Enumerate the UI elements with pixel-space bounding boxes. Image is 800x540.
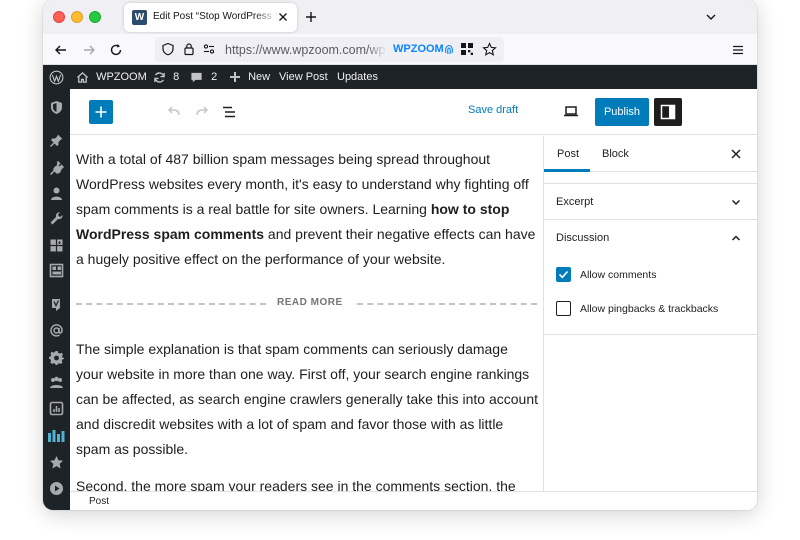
lock-icon[interactable] bbox=[182, 42, 196, 56]
chevron-up-icon bbox=[731, 235, 741, 241]
pin-icon[interactable] bbox=[49, 133, 64, 148]
undo-icon[interactable] bbox=[166, 104, 182, 120]
bookmark-star-icon[interactable] bbox=[482, 42, 497, 57]
checkmark-icon bbox=[558, 270, 569, 279]
tab-post[interactable]: Post bbox=[557, 148, 579, 160]
reload-icon[interactable] bbox=[108, 42, 124, 58]
close-tab-icon[interactable] bbox=[276, 10, 290, 24]
discussion-panel-title: Discussion bbox=[556, 232, 610, 244]
minimize-window-button[interactable] bbox=[71, 11, 83, 23]
navigation-toolbar: https://www.wpzoom.com/wp-admin WPZOOM bbox=[43, 34, 757, 65]
allow-pingbacks-checkbox[interactable] bbox=[556, 301, 571, 316]
tools-icon[interactable] bbox=[49, 211, 64, 226]
new-tab-icon[interactable] bbox=[303, 9, 319, 25]
update-icon bbox=[154, 71, 165, 83]
panel-divider bbox=[544, 334, 757, 335]
view-post-item[interactable]: View Post bbox=[279, 65, 328, 89]
play-icon[interactable] bbox=[49, 481, 64, 496]
url-text: https://www.wpzoom.com/wp-admin bbox=[225, 43, 385, 57]
discussion-panel-toggle[interactable]: Discussion bbox=[544, 220, 757, 257]
allow-pingbacks-label[interactable]: Allow pingbacks & trackbacks bbox=[580, 303, 718, 315]
yoast-icon[interactable] bbox=[49, 297, 64, 312]
updates-count: 8 bbox=[173, 71, 180, 83]
read-more-label[interactable]: READ MORE bbox=[277, 297, 343, 308]
comments-count: 2 bbox=[211, 71, 218, 83]
hamburger-menu-icon[interactable] bbox=[731, 43, 745, 57]
comment-bubble-icon bbox=[191, 72, 202, 82]
wp-admin-menu bbox=[43, 89, 70, 510]
plus-icon bbox=[95, 106, 107, 118]
url-badge[interactable]: WPZOOM bbox=[393, 43, 444, 55]
tab-strip: W Edit Post “Stop WordPress Spam bbox=[43, 0, 757, 34]
browser-tab[interactable]: W Edit Post “Stop WordPress Spam bbox=[124, 3, 297, 32]
save-draft-button[interactable]: Save draft bbox=[468, 104, 518, 116]
new-label: New bbox=[248, 71, 271, 83]
block-inserter-button[interactable] bbox=[89, 100, 113, 124]
people-icon[interactable] bbox=[49, 375, 64, 390]
url-fade bbox=[367, 37, 387, 62]
read-more-divider bbox=[357, 303, 537, 305]
publish-button[interactable]: Publish bbox=[595, 98, 649, 126]
plugin-icon[interactable] bbox=[49, 161, 64, 176]
chart-icon[interactable] bbox=[49, 401, 64, 416]
updates-link-item[interactable]: Updates bbox=[337, 65, 378, 89]
blocks-icon[interactable] bbox=[49, 238, 64, 253]
settings-toggle-button[interactable] bbox=[654, 98, 682, 126]
read-more-divider bbox=[76, 303, 266, 305]
star-icon[interactable] bbox=[49, 455, 64, 470]
layout-icon[interactable] bbox=[49, 263, 64, 278]
new-content-item[interactable]: New bbox=[229, 65, 270, 89]
users-icon[interactable] bbox=[49, 186, 64, 201]
home-icon bbox=[76, 71, 89, 83]
allow-comments-checkbox[interactable] bbox=[556, 267, 571, 282]
allow-comments-label[interactable]: Allow comments bbox=[580, 269, 656, 281]
settings-sidebar: Post Block Excerpt Discussion Allow comm… bbox=[543, 136, 757, 491]
plus-icon bbox=[230, 72, 240, 83]
paragraph-block[interactable]: With a total of 487 billion spam message… bbox=[76, 147, 538, 272]
breadcrumb[interactable]: Post bbox=[89, 496, 109, 507]
document-overview-icon[interactable] bbox=[221, 104, 237, 120]
site-name-item[interactable]: WPZOOM bbox=[76, 65, 147, 89]
settings-icon[interactable] bbox=[49, 350, 64, 365]
shield-icon[interactable] bbox=[161, 42, 175, 56]
qr-code-icon[interactable] bbox=[460, 42, 474, 56]
active-tab-indicator bbox=[544, 169, 590, 172]
shield-icon[interactable] bbox=[49, 100, 64, 115]
tab-block[interactable]: Block bbox=[602, 148, 629, 160]
back-arrow-icon[interactable] bbox=[53, 42, 69, 58]
wp-admin-bar: WPZOOM 8 2 New View Post Updates bbox=[43, 65, 757, 89]
redo-icon[interactable] bbox=[194, 104, 210, 120]
excerpt-panel-toggle[interactable]: Excerpt bbox=[544, 183, 757, 220]
wordpress-logo-icon bbox=[49, 70, 64, 85]
editor-canvas: With a total of 487 billion spam message… bbox=[70, 136, 543, 491]
maximize-window-button[interactable] bbox=[89, 11, 101, 23]
chevron-down-icon bbox=[731, 199, 741, 206]
close-icon[interactable] bbox=[730, 148, 742, 160]
updates-item[interactable]: 8 bbox=[153, 65, 179, 89]
site-name-label: WPZOOM bbox=[96, 71, 147, 83]
editor-toolbar: Save draft Publish bbox=[70, 89, 757, 135]
url-bar[interactable]: https://www.wpzoom.com/wp-admin WPZOOM bbox=[155, 37, 504, 62]
comments-item[interactable]: 2 bbox=[190, 65, 217, 89]
bars-icon[interactable] bbox=[47, 428, 66, 443]
fingerprint-icon[interactable] bbox=[444, 43, 454, 56]
paragraph-block[interactable]: The simple explanation is that spam comm… bbox=[76, 337, 538, 462]
excerpt-panel-title: Excerpt bbox=[556, 196, 594, 208]
sidebar-icon bbox=[660, 104, 676, 120]
sidebar-tabs: Post Block bbox=[544, 136, 757, 172]
close-window-button[interactable] bbox=[53, 11, 65, 23]
editor-footer: Post bbox=[70, 491, 757, 510]
wp-logo-item[interactable] bbox=[49, 65, 64, 89]
at-icon[interactable] bbox=[49, 323, 64, 338]
paragraph-block[interactable]: Second, the more spam your readers see i… bbox=[76, 474, 538, 491]
tab-title-fade bbox=[254, 5, 278, 29]
permissions-icon[interactable] bbox=[202, 42, 216, 56]
browser-window: W Edit Post “Stop WordPress Spam bbox=[43, 0, 757, 510]
preview-icon[interactable] bbox=[563, 103, 579, 119]
wordpress-favicon-icon: W bbox=[132, 10, 147, 25]
chevron-down-icon[interactable] bbox=[704, 10, 718, 24]
forward-arrow-icon[interactable] bbox=[81, 42, 97, 58]
